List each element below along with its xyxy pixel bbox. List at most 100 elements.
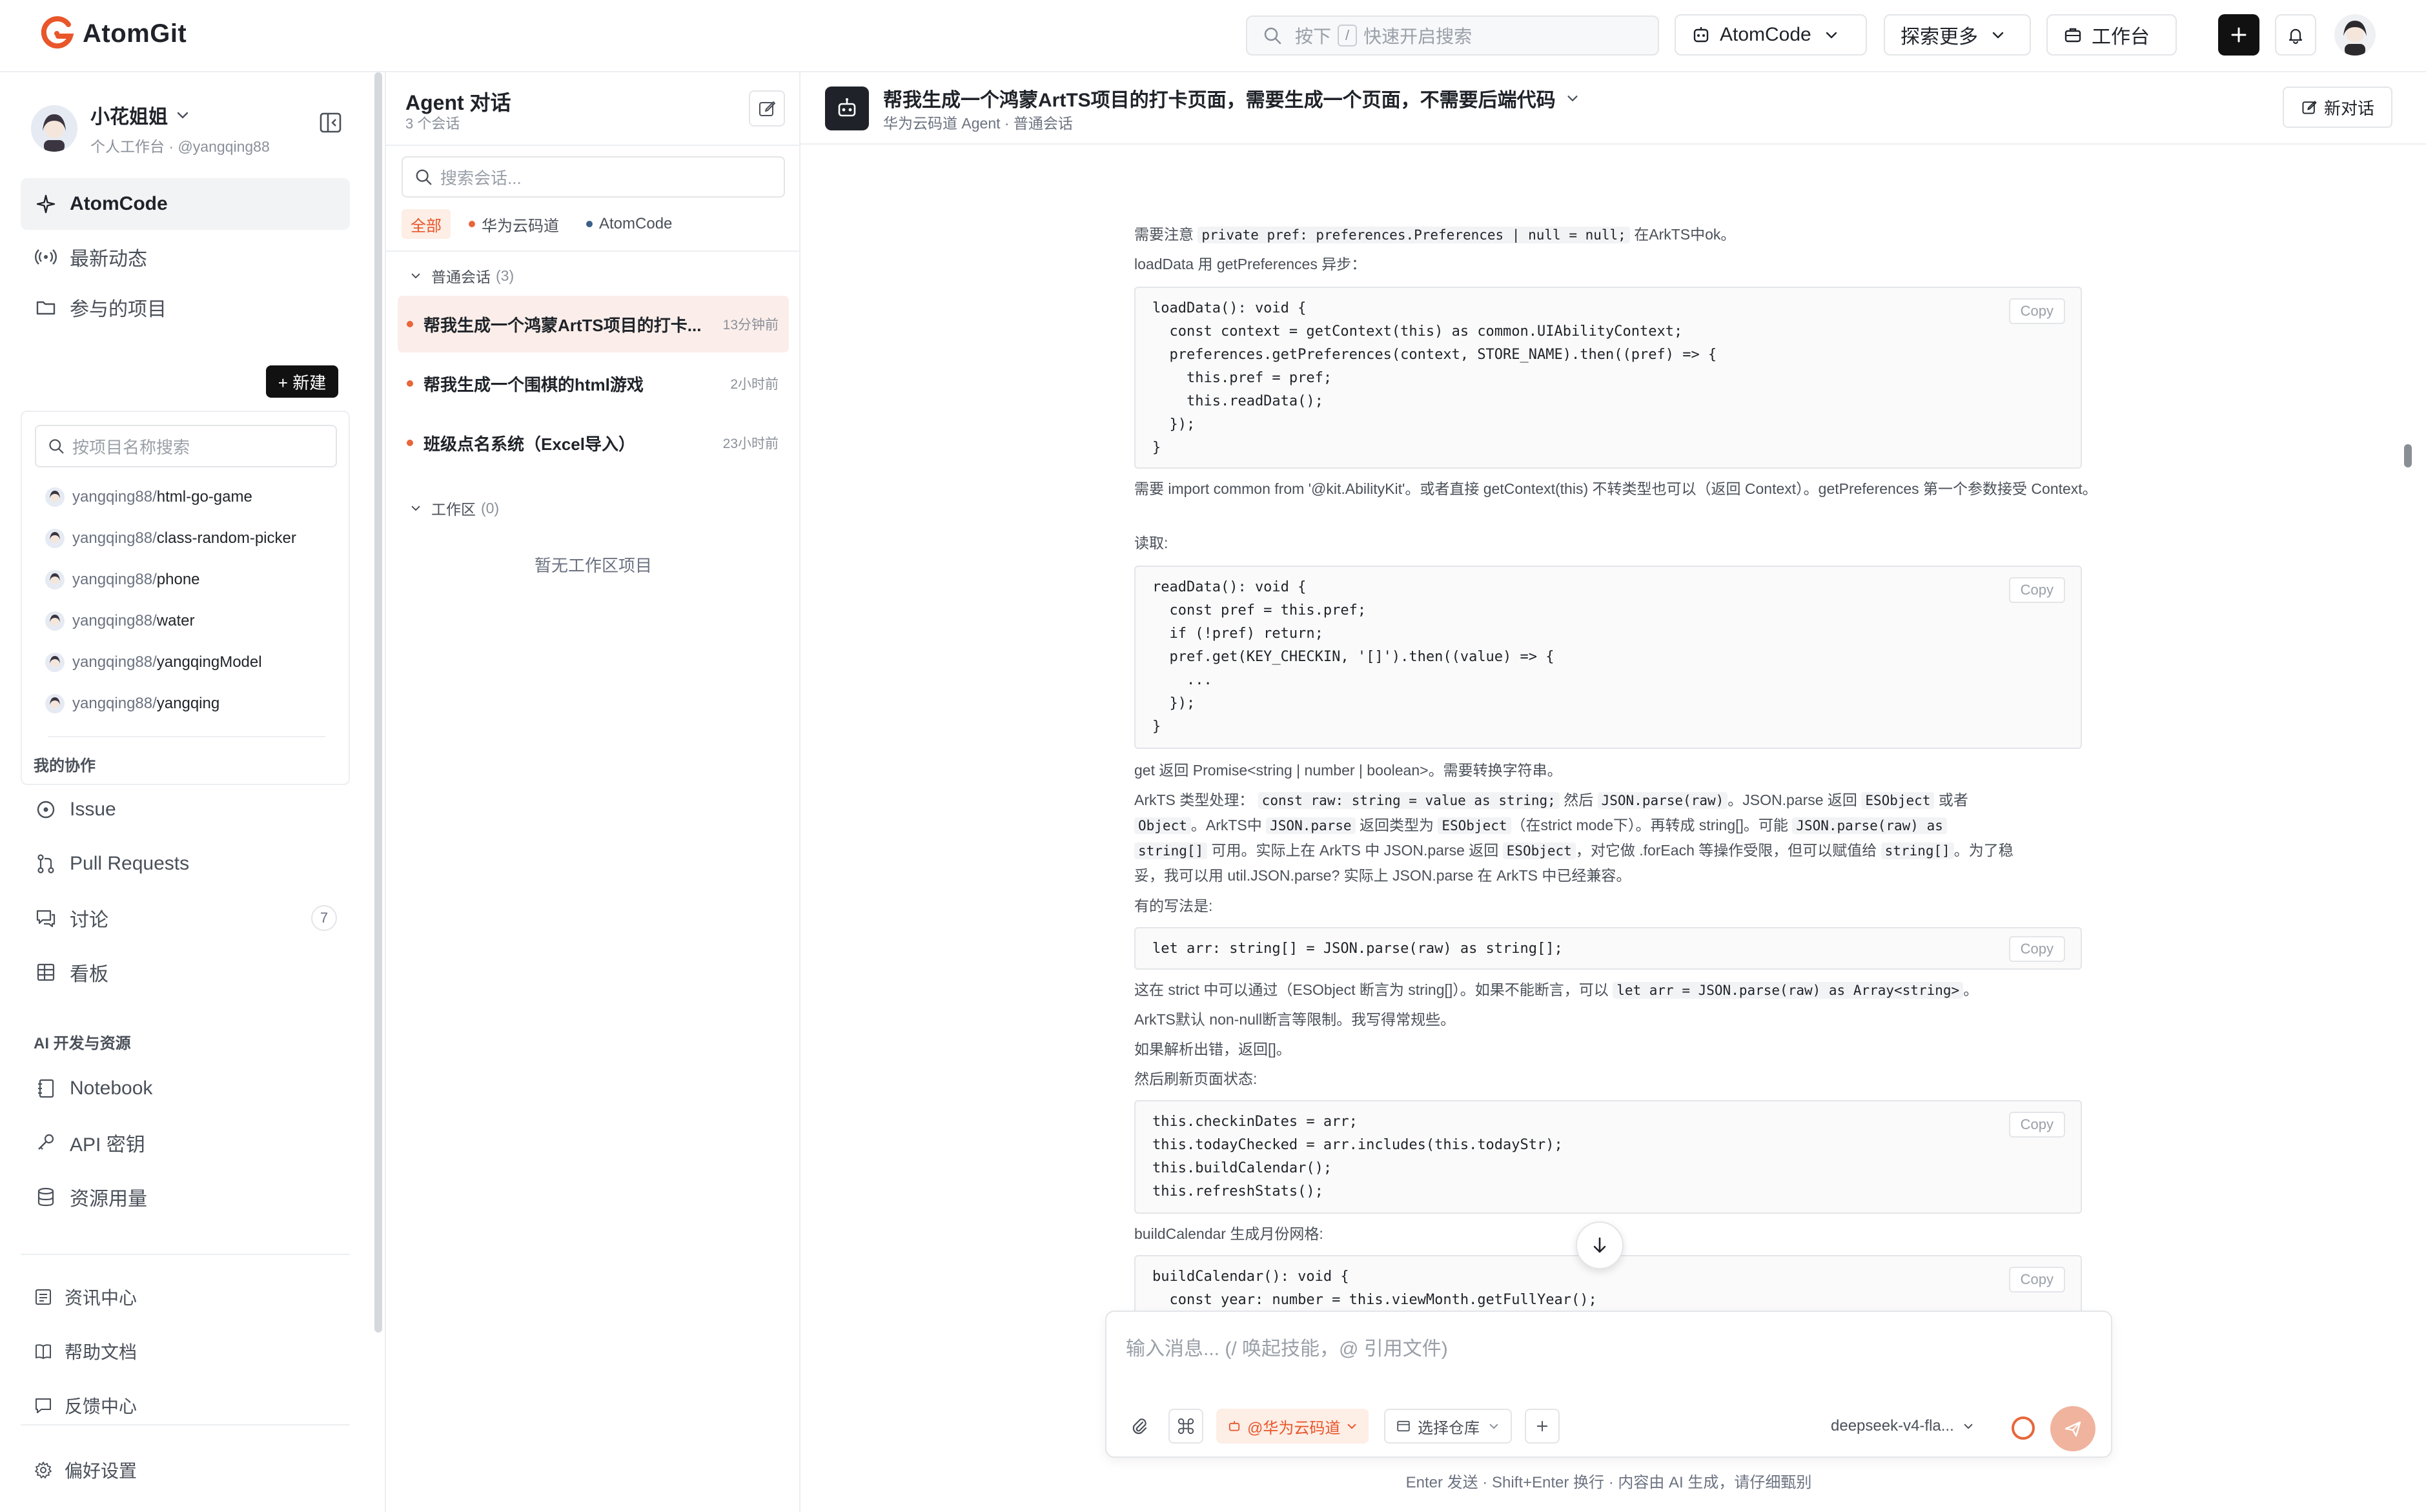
- chevron-down-icon: [1567, 96, 1578, 101]
- conversation-item[interactable]: 帮我生成一个围棋的html游戏 2小时前: [398, 355, 789, 412]
- msg-text: ，对它做 .forEach 等操作受限，但可以赋值给: [1575, 842, 1877, 859]
- chat-title: 帮我生成一个鸿蒙ArtTS项目的打卡页面，需要生成一个页面，不需要后端代码: [883, 90, 1556, 111]
- copy-button[interactable]: Copy: [2008, 1112, 2065, 1138]
- user-workspace-switcher[interactable]: 小花姐姐 个人工作台 · @yangqing88: [31, 101, 270, 156]
- project-item[interactable]: yangqing88/yangqing: [45, 691, 219, 717]
- copy-button[interactable]: Copy: [2008, 577, 2065, 603]
- agent-select-chip[interactable]: @华为云码道: [1216, 1409, 1369, 1444]
- sidebar-item-label: Pull Requests: [70, 853, 190, 874]
- new-chat-button[interactable]: 新对话: [2283, 87, 2392, 128]
- repo-icon: [1397, 1420, 1410, 1432]
- sidebar-item-help[interactable]: 帮助文档: [34, 1335, 137, 1367]
- sidebar-collapse-icon[interactable]: [318, 110, 343, 136]
- avatar-image-icon: [2334, 14, 2376, 56]
- message-input[interactable]: 输入消息... (/ 唤起技能，@ 引用文件): [1126, 1333, 1448, 1361]
- explore-menu-button[interactable]: 探索更多: [1884, 14, 2031, 56]
- scroll-to-bottom-button[interactable]: [1576, 1221, 1624, 1269]
- copy-button[interactable]: Copy: [2008, 298, 2065, 324]
- project-item[interactable]: yangqing88/phone: [45, 567, 200, 593]
- search-shortcut-key: /: [1338, 25, 1358, 46]
- copy-button[interactable]: Copy: [2008, 1267, 2065, 1292]
- send-button[interactable]: [2050, 1406, 2095, 1451]
- user-avatar[interactable]: [2334, 14, 2376, 56]
- sidebar-item-api-keys[interactable]: API 密钥: [21, 1117, 350, 1169]
- msg-text: 然后: [1564, 792, 1594, 808]
- conversation-search-input[interactable]: 搜索会话...: [402, 156, 785, 198]
- context-usage-ring: [2012, 1416, 2035, 1440]
- repo-select-chip[interactable]: 选择仓库: [1384, 1409, 1512, 1444]
- atomcode-menu-button[interactable]: AtomCode: [1675, 14, 1867, 56]
- attach-button[interactable]: [1122, 1409, 1157, 1444]
- msg-paragraph: 需要注意 private pref: preferences.Preferenc…: [1134, 222, 2115, 247]
- avatar-image-icon: [45, 694, 65, 713]
- sidebar-item-latest[interactable]: 最新动态: [21, 231, 350, 283]
- sidebar-item-board[interactable]: 看板: [21, 946, 350, 998]
- project-item[interactable]: yangqing88/class-random-picker: [45, 526, 296, 551]
- filter-all[interactable]: 全部: [402, 209, 451, 239]
- sidebar-item-settings[interactable]: 偏好设置: [34, 1454, 137, 1486]
- avatar-image-icon: [45, 611, 65, 631]
- issue-icon: [37, 801, 55, 819]
- add-context-button[interactable]: [1525, 1409, 1560, 1444]
- sidebar-item-usage[interactable]: 资源用量: [21, 1171, 350, 1223]
- model-selector[interactable]: deepseek-v4-fla...: [1831, 1409, 1975, 1444]
- project-owner: yangqing88/: [72, 653, 157, 671]
- sidebar-item-news[interactable]: 资讯中心: [34, 1281, 137, 1313]
- sidebar-item-notebook[interactable]: Notebook: [21, 1063, 350, 1114]
- msg-text: 返回类型为: [1359, 817, 1434, 833]
- msg-text: 。ArkTS中: [1190, 817, 1262, 833]
- sidebar-item-pull-requests[interactable]: Pull Requests: [21, 838, 350, 890]
- project-owner: yangqing88/: [72, 529, 157, 547]
- atomcode-menu-label: AtomCode: [1720, 24, 1811, 45]
- discuss-count-badge: 7: [311, 905, 337, 931]
- agent-chip-label: @华为云码道: [1247, 1419, 1341, 1437]
- project-search-input[interactable]: 按项目名称搜索: [35, 425, 337, 467]
- project-item[interactable]: yangqing88/html-go-game: [45, 484, 252, 510]
- chat-scrollbar[interactable]: [2404, 444, 2412, 467]
- feedback-icon: [36, 1398, 51, 1413]
- sidebar-scrollbar[interactable]: [374, 72, 382, 1333]
- project-name: class-random-picker: [156, 529, 296, 547]
- inline-code: const raw: string = value as string;: [1258, 792, 1560, 809]
- conversation-item[interactable]: 班级点名系统（Excel导入） 23小时前: [398, 414, 789, 471]
- command-button[interactable]: [1168, 1409, 1203, 1444]
- msg-text: 需要注意: [1134, 226, 1194, 243]
- project-item[interactable]: yangqing88/yangqingModel: [45, 649, 262, 675]
- filter-huawei[interactable]: 华为云码道: [460, 209, 568, 239]
- msg-paragraph: ArkTS默认 non-null断言等限制。我写得常规些。: [1134, 1011, 1456, 1028]
- new-conversation-button[interactable]: [749, 90, 785, 127]
- chat-title-row[interactable]: 帮我生成一个鸿蒙ArtTS项目的打卡页面，需要生成一个页面，不需要后端代码: [883, 84, 1580, 112]
- huawei-dot: [469, 221, 475, 227]
- chat-bubble-icon: [36, 910, 56, 928]
- sidebar-item-label: Notebook: [70, 1078, 153, 1099]
- avatar-image-icon: [45, 653, 65, 672]
- conversation-item[interactable]: 帮我生成一个鸿蒙ArtTS项目的打卡... 13分钟前: [398, 296, 789, 352]
- code-text: readData(): void { const pref = this.pre…: [1152, 579, 1554, 735]
- project-search-placeholder: 按项目名称搜索: [72, 437, 190, 457]
- send-icon: [2064, 1421, 2081, 1437]
- group-title: 工作区: [431, 501, 476, 518]
- search-icon: [49, 439, 64, 454]
- sidebar-item-issue[interactable]: Issue: [21, 784, 350, 835]
- new-project-button[interactable]: + 新建: [266, 365, 338, 398]
- project-item[interactable]: yangqing88/water: [45, 608, 194, 634]
- sidebar-divider: [21, 1424, 350, 1425]
- group-header-workspace[interactable]: 工作区 (0): [409, 497, 499, 519]
- sidebar-item-projects[interactable]: 参与的项目: [21, 281, 253, 333]
- sidebar-item-feedback[interactable]: 反馈中心: [34, 1389, 137, 1422]
- empty-workspace-text: 暂无工作区项目: [534, 556, 652, 575]
- notifications-button[interactable]: [2275, 14, 2316, 56]
- create-button[interactable]: [2218, 14, 2259, 56]
- workbench-button[interactable]: 工作台: [2046, 14, 2177, 56]
- copy-button[interactable]: Copy: [2008, 936, 2065, 962]
- brand[interactable]: AtomGit: [39, 15, 187, 52]
- sidebar-item-atomcode[interactable]: AtomCode: [21, 178, 350, 230]
- filter-atomcode[interactable]: AtomCode: [577, 209, 681, 239]
- project-avatar: [45, 529, 65, 548]
- inline-code: JSON.parse(raw) as: [1792, 817, 1947, 834]
- sidebar-item-discussions[interactable]: 讨论 7: [21, 892, 350, 944]
- global-search[interactable]: 按下 / 快速开启搜索: [1246, 15, 1659, 56]
- group-header-normal[interactable]: 普通会话 (3): [409, 265, 514, 287]
- project-list-divider: [48, 736, 325, 737]
- panel-divider: [386, 250, 800, 252]
